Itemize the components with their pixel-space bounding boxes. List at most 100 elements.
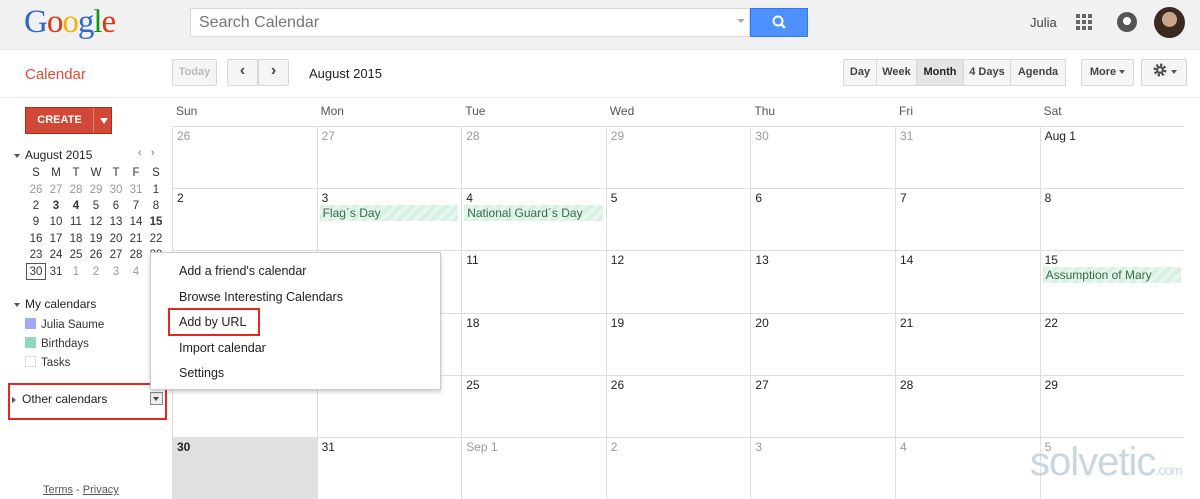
day-cell[interactable]: 12 (605, 250, 751, 313)
mini-day[interactable]: 21 (126, 231, 146, 247)
day-cell[interactable]: 4 (895, 437, 1040, 499)
search-options-chevron-icon[interactable] (737, 19, 745, 23)
mini-next-button[interactable]: › (151, 147, 155, 159)
day-cell[interactable]: 30 (750, 126, 895, 189)
day-cell[interactable]: Sep 1 (461, 437, 606, 499)
day-number[interactable]: 3 (322, 191, 329, 205)
mini-day[interactable]: 16 (26, 231, 46, 247)
mini-day[interactable]: 31 (46, 263, 66, 279)
google-logo[interactable]: Google (24, 4, 116, 41)
calendar-item-tasks[interactable]: Tasks (25, 356, 70, 369)
day-cell[interactable]: 3 (750, 437, 895, 499)
mini-day[interactable]: 7 (126, 198, 146, 214)
day-number[interactable]: 26 (611, 378, 624, 392)
day-cell[interactable]: 6 (750, 188, 895, 251)
day-number[interactable]: 31 (322, 440, 335, 454)
menu-item-settings[interactable]: Settings (179, 366, 224, 380)
day-cell[interactable]: 11 (461, 250, 606, 313)
day-cell[interactable]: 19 (605, 312, 751, 375)
day-number[interactable]: 27 (322, 129, 335, 143)
mini-day[interactable]: 1 (146, 181, 166, 197)
mini-day[interactable]: 14 (126, 214, 146, 230)
day-number[interactable]: 6 (755, 191, 762, 205)
notifications-icon[interactable] (1117, 12, 1137, 32)
day-cell[interactable]: 14 (895, 250, 1040, 313)
mini-day[interactable]: 24 (46, 247, 66, 263)
next-button[interactable]: › (258, 59, 289, 86)
day-number[interactable]: 27 (755, 378, 768, 392)
day-cell[interactable]: 27 (316, 126, 462, 189)
mini-day[interactable]: 28 (66, 181, 86, 197)
day-number[interactable]: 13 (755, 253, 768, 267)
mini-day[interactable]: 6 (106, 198, 126, 214)
day-cell[interactable]: 4 National Guard´s Day (461, 188, 606, 251)
day-cell[interactable]: 28 (895, 374, 1040, 437)
create-button[interactable]: CREATE (25, 107, 112, 134)
day-number[interactable]: 12 (611, 253, 624, 267)
mini-calendar-title[interactable]: August 2015 (14, 148, 92, 162)
day-cell[interactable]: 29 (605, 126, 751, 189)
day-cell[interactable]: 5 (605, 188, 751, 251)
day-cell[interactable]: 2 (605, 437, 751, 499)
event-chip[interactable]: National Guard´s Day (464, 205, 603, 222)
mini-day[interactable]: 3 (46, 198, 66, 214)
day-number[interactable]: 19 (611, 316, 624, 330)
prev-button[interactable]: ‹ (227, 59, 258, 86)
mini-day[interactable]: 20 (106, 231, 126, 247)
day-number[interactable]: 20 (755, 316, 768, 330)
mini-day[interactable]: 29 (86, 181, 106, 197)
day-number[interactable]: 31 (900, 129, 913, 143)
mini-day[interactable]: 28 (126, 247, 146, 263)
view-month-button[interactable]: Month (917, 59, 964, 86)
day-cell[interactable]: 30 (172, 437, 317, 499)
mini-day[interactable]: 22 (146, 231, 166, 247)
event-chip[interactable]: Flag´s Day (319, 205, 459, 222)
mini-day[interactable]: 18 (66, 231, 86, 247)
view-day-button[interactable]: Day (843, 59, 877, 86)
day-cell[interactable]: 3 Flag´s Day (316, 188, 462, 251)
day-number[interactable]: 2 (177, 191, 184, 205)
day-number[interactable]: 28 (466, 129, 479, 143)
day-number[interactable]: 25 (466, 378, 479, 392)
day-number[interactable]: Sep 1 (466, 440, 497, 454)
calendar-item-julia[interactable]: Julia Saume (25, 318, 104, 331)
day-cell[interactable]: 31 (316, 437, 462, 499)
day-cell[interactable]: 13 (750, 250, 895, 313)
mini-prev-button[interactable]: ‹ (138, 147, 142, 159)
mini-day[interactable]: 27 (46, 181, 66, 197)
settings-button[interactable] (1141, 59, 1187, 86)
day-cell[interactable]: 26 (172, 126, 317, 189)
mini-day[interactable]: 4 (66, 198, 86, 214)
menu-item-add-friend[interactable]: Add a friend's calendar (179, 264, 306, 278)
day-cell[interactable]: 28 (461, 126, 606, 189)
mini-day[interactable]: 17 (46, 231, 66, 247)
mini-day[interactable]: 26 (86, 247, 106, 263)
mini-day[interactable]: 13 (106, 214, 126, 230)
mini-day[interactable]: 12 (86, 214, 106, 230)
mini-day[interactable]: 30 (106, 181, 126, 197)
day-number[interactable]: 29 (611, 129, 624, 143)
mini-day[interactable]: 27 (106, 247, 126, 263)
event-chip[interactable]: Assumption of Mary (1042, 267, 1182, 284)
avatar[interactable] (1154, 7, 1185, 38)
mini-day[interactable]: 23 (26, 247, 46, 263)
today-button[interactable]: Today (172, 59, 217, 86)
day-number[interactable]: Aug 1 (1045, 129, 1076, 143)
mini-day[interactable]: 10 (46, 214, 66, 230)
my-calendars-header[interactable]: My calendars (14, 297, 96, 311)
day-number[interactable]: 29 (1045, 378, 1058, 392)
day-cell[interactable]: 18 (461, 312, 606, 375)
mini-day[interactable]: 2 (86, 263, 106, 279)
mini-day[interactable]: 30 (26, 263, 46, 280)
mini-day[interactable]: 15 (146, 214, 166, 230)
day-number[interactable]: 3 (755, 440, 762, 454)
mini-day[interactable]: 25 (66, 247, 86, 263)
calendar-item-birthdays[interactable]: Birthdays (25, 337, 89, 350)
create-dropdown-icon[interactable] (93, 108, 113, 133)
day-number[interactable]: 30 (755, 129, 768, 143)
user-name[interactable]: Julia (1030, 15, 1057, 30)
day-number[interactable]: 11 (466, 253, 478, 267)
terms-link[interactable]: Terms (43, 484, 73, 496)
mini-day[interactable]: 8 (146, 198, 166, 214)
day-cell[interactable]: 2 (172, 188, 317, 251)
